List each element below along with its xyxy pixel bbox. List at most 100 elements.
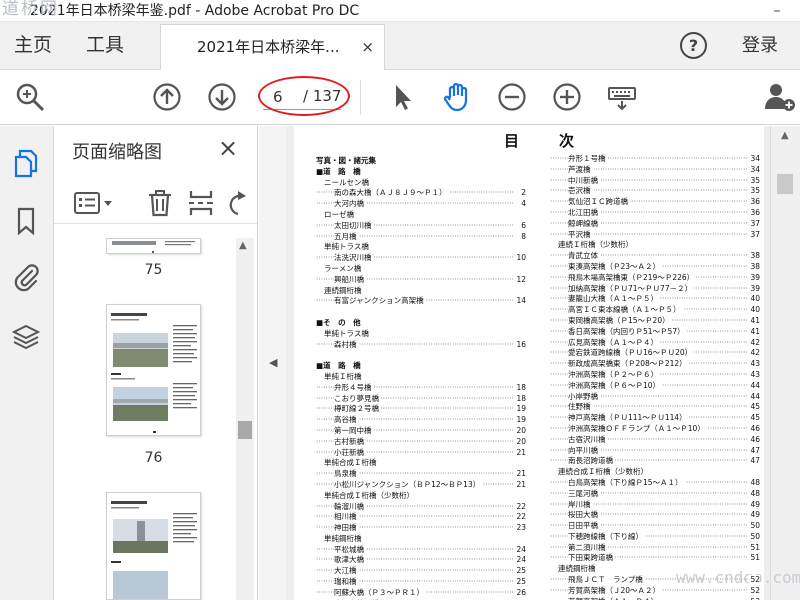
toc-entry[interactable]: 新政成高架橋東（Ｐ208～Ｐ212）······················… — [550, 359, 760, 370]
toc-entry[interactable]: 沖洲高架橋（Ｐ６～Ｐ10）···························… — [550, 380, 760, 392]
hand-tool-icon[interactable] — [441, 81, 473, 113]
attachment-icon[interactable] — [11, 262, 41, 292]
toc-entry[interactable]: ■そ の 他 — [316, 317, 526, 329]
toc-entry[interactable]: 連続鋼桁橋 — [316, 285, 526, 297]
toc-entry[interactable]: 有富ジャンクション高架橋····························… — [316, 296, 526, 308]
toc-entry[interactable]: 瑞和橋 ·····································… — [316, 577, 526, 588]
delete-icon[interactable] — [145, 188, 175, 218]
add-user-icon[interactable] — [764, 81, 796, 113]
panel-collapse-strip[interactable]: ◀ — [259, 126, 286, 600]
toc-entry[interactable]: 阿蘇大橋（Ｐ３～ＰＲ１）····························… — [316, 587, 526, 599]
toc-entry[interactable]: 北江田橋 ····································… — [550, 207, 760, 219]
document-tab[interactable]: 2021年日本桥梁年... × — [160, 24, 385, 70]
page-thumbnails-icon[interactable] — [11, 148, 41, 178]
toc-entry[interactable]: 壱沢橋 ·····································… — [550, 186, 760, 198]
toc-entry[interactable]: 単純合成Ｉ桁橋（少数桁） — [316, 490, 526, 502]
login-button[interactable]: 登录 — [742, 22, 778, 70]
bookmark-icon[interactable] — [11, 206, 41, 236]
thumbnail-scrollbar[interactable]: ▲ — [236, 238, 254, 600]
toc-entry[interactable]: 単純Ｉ桁橋 — [316, 371, 526, 383]
scroll-up-icon[interactable]: ▲ — [781, 130, 789, 141]
layers-icon[interactable] — [11, 322, 41, 352]
toc-entry[interactable]: 岸川橋 ·····································… — [550, 499, 760, 511]
rotate-icon[interactable] — [224, 188, 248, 218]
toc-entry[interactable]: 法洗沢川橋 ···································… — [316, 253, 526, 264]
toc-entry[interactable]: 小松川ジャンクション（ＢＰ12～ＢＰ13）···················… — [316, 479, 526, 491]
current-page-input[interactable] — [273, 86, 299, 108]
toc-entry[interactable]: 五月橋 ·····································… — [316, 231, 526, 243]
toc-entry[interactable]: 神田橋 ·····································… — [316, 523, 526, 534]
toc-entry[interactable]: 三尾河橋 ····································… — [550, 488, 760, 500]
toc-entry[interactable]: 芳賀高架橋（Ｊ20～Ａ２）···························… — [550, 585, 760, 597]
scrollbar-thumb[interactable] — [777, 174, 793, 194]
toc-entry[interactable]: 高谷橋 ·····································… — [316, 415, 526, 426]
thumbnail-page-76[interactable] — [106, 304, 201, 436]
toc-entry[interactable]: 香日高架橋（内回りＰ51～Ｐ57）·······················… — [550, 326, 760, 338]
toc-entry[interactable]: 大江橋 ·····································… — [316, 566, 526, 578]
minimize-button[interactable]: – — [766, 0, 788, 21]
toc-entry[interactable]: 飛鳥木場高架橋東（Ｐ219～Ｐ226）·····················… — [550, 272, 760, 284]
menu-tools[interactable]: 工具 — [86, 22, 124, 69]
toc-entry[interactable]: 太田切川橋 ···································… — [316, 220, 526, 232]
toc-entry[interactable]: ローゼ橋 — [316, 209, 526, 221]
toc-entry[interactable]: ニールセン橋 — [316, 177, 526, 189]
toc-entry[interactable]: 平沢橋 ·····································… — [550, 229, 760, 241]
toc-entry[interactable]: 神戸高架橋（ＰＵ111～ＰＵ114）······················… — [550, 413, 760, 424]
toc-entry[interactable]: 歌津大橋 ····································… — [316, 555, 526, 567]
toc-entry[interactable]: 弁形１号橋 ···································… — [550, 154, 760, 165]
toc-entry[interactable]: 連続Ｉ桁橋（少数桁） — [550, 240, 760, 252]
toc-entry[interactable]: 住野橋 ·····································… — [550, 402, 760, 414]
select-cursor-icon[interactable] — [387, 81, 419, 113]
toc-entry[interactable]: 興船川橋 ····································… — [316, 274, 526, 286]
toc-entry[interactable]: 愛宕鉄道跨線橋（ＰＵ16～ＰＵ20）······················… — [550, 348, 760, 360]
scrollbar-thumb[interactable] — [238, 421, 252, 439]
toc-entry[interactable]: 向平川橋 ····································… — [550, 445, 760, 457]
toc-entry[interactable]: 気仙沼ＩＣ跨道橋 ······· ·························… — [550, 197, 760, 208]
toc-entry[interactable]: 桜田大橋 ····································… — [550, 510, 760, 522]
toc-entry[interactable]: 加納高架橋（ＰＵ71～ＰＵ77－２）······················… — [550, 283, 760, 295]
toc-entry[interactable]: ■道 路 橋 — [316, 361, 526, 372]
toc-entry[interactable]: 平松城橋 ····································… — [316, 544, 526, 556]
toc-entry[interactable]: 単純トラス橋 — [316, 242, 526, 254]
toc-entry[interactable]: 小荘新橋 ····································… — [316, 447, 526, 459]
toc-entry[interactable]: 弁形４号橋 ···································… — [316, 382, 526, 394]
toc-entry[interactable]: ラーメン橋 — [316, 263, 526, 275]
toc-entry[interactable]: 鳥泉橋 ·····································… — [316, 469, 526, 480]
toc-entry[interactable]: 樽町線２号橋 ··································… — [316, 404, 526, 416]
document-scrollbar[interactable]: ▲ — [770, 126, 800, 600]
toc-entry[interactable]: 古村新橋 ····································… — [316, 436, 526, 448]
toc-entry[interactable]: 輪溜川橋 ····································… — [316, 501, 526, 513]
toc-entry[interactable]: ■道 路 橋 — [316, 166, 526, 178]
toc-entry[interactable]: 単純合成Ｉ桁橋 — [316, 458, 526, 470]
toc-entry[interactable]: 古宿沢川橋 ···································… — [550, 434, 760, 446]
toc-entry[interactable]: 南の森大橋（ＡＪ８Ｊ９～Ｐ１）·························… — [316, 188, 526, 200]
toc-entry[interactable]: 森村橋 ·····································… — [316, 339, 526, 351]
toc-entry[interactable]: 下穂跨線橋（下り線） ······· ·······················… — [550, 531, 760, 543]
toc-entry[interactable]: 妻籠山大橋（Ａ１～Ｐ５）····························… — [550, 294, 760, 306]
toc-entry[interactable]: 連続合成Ｉ桁橋（少数桁） — [550, 467, 760, 478]
toc-entry[interactable]: 沖洲高架橋（Ｐ２～Ｐ６）····························… — [550, 369, 760, 381]
toc-entry[interactable]: 広見高架橋（Ａ１～Ｐ４）····························… — [550, 337, 760, 349]
toc-entry[interactable]: 鯨岬線橋 ····································… — [550, 218, 760, 230]
toc-entry[interactable]: 第一岡中橋 ···································… — [316, 425, 526, 437]
toc-entry[interactable]: 沖洲高架橋ＯＦＦランプ（Ａ１～Ｐ10）·····················… — [550, 423, 760, 435]
toc-entry[interactable]: 中川新橋 ····································… — [550, 175, 760, 187]
thumbnail-page-77[interactable] — [106, 492, 201, 600]
menu-home[interactable]: 主页 — [14, 22, 52, 69]
toc-entry[interactable]: 高宮ＩＣ東本線橋（Ａ１～Ｐ５）·························… — [550, 305, 760, 316]
thumbnail-page-75[interactable] — [106, 238, 201, 254]
toc-entry[interactable]: 芦渡橋 ·····································… — [550, 164, 760, 176]
search-icon[interactable] — [14, 81, 46, 113]
zoom-in-icon[interactable] — [551, 81, 583, 113]
toc-entry[interactable]: 南長沼跨道橋 ··································… — [550, 456, 760, 468]
toc-entry[interactable]: 日田平橋 ····································… — [550, 521, 760, 532]
thumbnail-options-icon[interactable] — [72, 188, 114, 218]
toc-entry[interactable]: 第二須川橋 ···································… — [550, 542, 760, 554]
toc-entry[interactable]: 白鳥高架橋（下り線Ｐ15～Ａ１）························… — [550, 477, 760, 489]
help-icon[interactable]: ? — [680, 32, 707, 59]
toc-entry[interactable]: 東岡橋高架橋（Ｐ15～Ｐ20）·························… — [550, 315, 760, 327]
toc-entry[interactable]: 小岸野橋 ····································… — [550, 391, 760, 403]
previous-page-icon[interactable] — [151, 81, 183, 113]
keyboard-icon[interactable] — [606, 81, 638, 113]
scroll-up-icon[interactable]: ▲ — [239, 240, 247, 251]
